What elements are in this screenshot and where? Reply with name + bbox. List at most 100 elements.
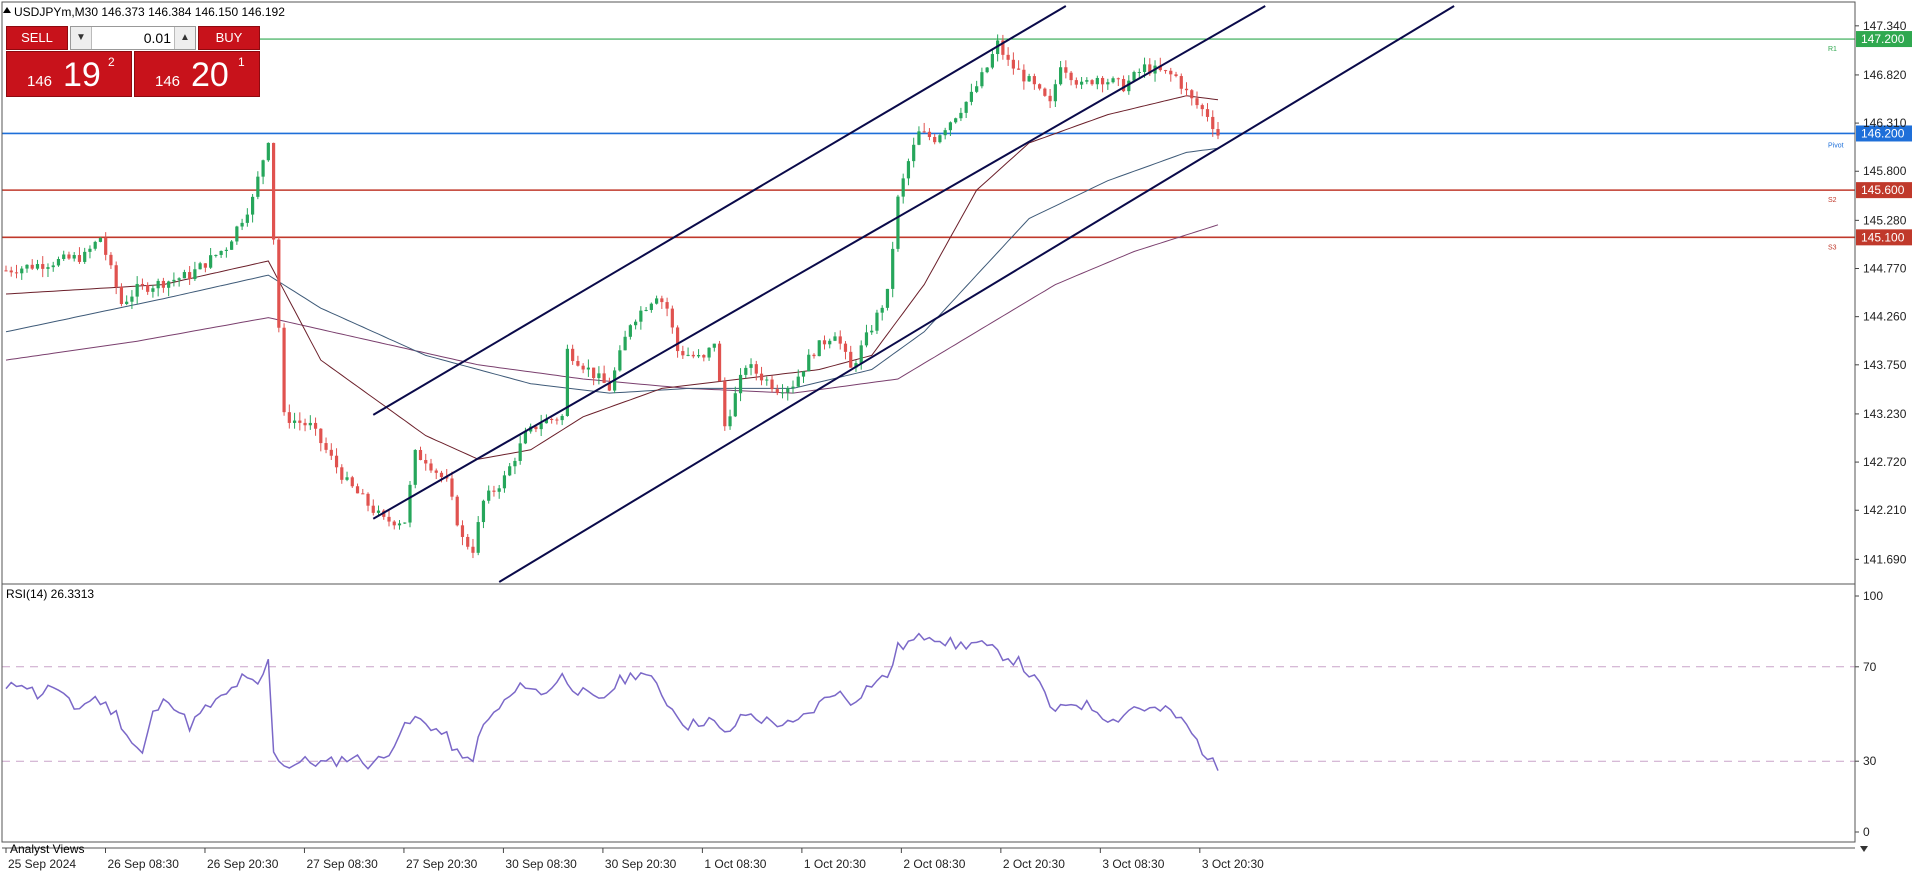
candle-body [948, 122, 953, 131]
candle-body [193, 269, 197, 280]
candle-body [135, 283, 139, 297]
candle-body [209, 255, 213, 268]
candle-body [849, 351, 853, 368]
candle-body [1074, 80, 1078, 85]
chart-background [0, 0, 1916, 874]
candle-body [1058, 67, 1063, 85]
candle-body [864, 332, 869, 346]
candle-body [660, 298, 664, 303]
candle-body [161, 280, 166, 288]
candle-body [1079, 81, 1084, 85]
candle-body [455, 496, 459, 526]
chevron-up-icon[interactable]: ▲ [174, 27, 195, 49]
candle-body [261, 160, 265, 177]
candle-body [224, 249, 228, 251]
candle-body [1174, 74, 1178, 77]
ask-price-box[interactable]: 146 20 1 [134, 51, 260, 97]
candle-body [151, 288, 155, 292]
y-tick-label: 144.260 [1863, 310, 1907, 324]
candle-body [1190, 90, 1194, 99]
candle-body [733, 393, 737, 417]
sell-button[interactable]: SELL [6, 26, 68, 50]
candle-body [1116, 78, 1120, 80]
candle-body [350, 477, 354, 487]
y-tick-label: 146.820 [1863, 68, 1907, 82]
chevron-down-icon[interactable]: ▼ [71, 27, 92, 49]
candle-body [780, 392, 785, 394]
candle-body [1017, 68, 1021, 70]
candle-body [859, 345, 863, 364]
candle-body [933, 136, 937, 143]
candle-body [439, 472, 444, 478]
candle-body [30, 264, 34, 269]
candle-body [282, 327, 286, 413]
candle-body [1121, 79, 1126, 92]
lot-size-input[interactable]: 0.01 [93, 27, 171, 49]
candle-body [408, 484, 412, 523]
candle-body [41, 264, 45, 269]
candle-body [749, 364, 753, 368]
candle-body [838, 336, 842, 344]
x-tick-label: 1 Oct 20:30 [804, 857, 866, 871]
candle-body [1069, 72, 1073, 81]
candle-body [602, 373, 606, 383]
candle-body [1184, 88, 1189, 91]
candle-body [308, 422, 312, 426]
candle-body [796, 376, 800, 387]
buy-button[interactable]: BUY [198, 26, 260, 50]
candle-body [807, 354, 811, 372]
candle-body [791, 386, 795, 389]
x-tick-label: 2 Oct 08:30 [903, 857, 965, 871]
candle-body [675, 327, 680, 352]
candle-body [277, 239, 281, 328]
candle-body [1200, 105, 1204, 110]
candle-body [801, 371, 806, 377]
candle-body [376, 510, 381, 513]
candle-body [891, 248, 895, 289]
candle-body [1085, 80, 1089, 82]
level-price-label: 147.200 [1861, 32, 1905, 46]
candle-body [429, 463, 433, 471]
candle-body [550, 419, 554, 421]
bid-price-box[interactable]: 146 19 2 [6, 51, 132, 97]
candle-body [313, 422, 318, 429]
candle-body [901, 178, 905, 197]
candle-body [98, 237, 103, 242]
candle-body [817, 340, 821, 357]
x-tick-label: 1 Oct 08:30 [704, 857, 766, 871]
candle-body [130, 296, 134, 302]
candle-body [571, 348, 575, 362]
candle-body [324, 443, 328, 450]
one-click-trading-panel: SELL ▼ 0.01 ▲ BUY 146 19 2 146 20 1 [6, 26, 260, 97]
candle-body [119, 286, 124, 305]
candle-body [62, 254, 66, 260]
y-tick-label: 145.800 [1863, 164, 1907, 178]
y-tick-label: 147.340 [1863, 19, 1907, 33]
candle-body [1048, 95, 1052, 102]
candle-body [366, 493, 370, 506]
candle-body [738, 374, 743, 394]
candle-body [1022, 69, 1026, 82]
candle-body [266, 142, 270, 161]
trade-panel-controls: SELL ▼ 0.01 ▲ BUY [6, 26, 260, 50]
candle-body [140, 283, 145, 286]
lot-size-stepper[interactable]: ▼ 0.01 ▲ [70, 26, 196, 50]
candle-body [109, 254, 113, 266]
candle-body [649, 303, 653, 310]
candle-body [702, 355, 706, 358]
candle-body [696, 355, 701, 357]
candle-body [303, 422, 307, 426]
candle-body [198, 263, 202, 270]
candle-body [434, 470, 438, 473]
candle-body [25, 264, 29, 269]
candle-body [83, 251, 87, 262]
candle-body [686, 354, 690, 356]
candle-body [471, 546, 475, 553]
candle-body [4, 270, 8, 272]
candle-body [240, 222, 244, 227]
candle-body [555, 419, 559, 421]
rsi-label: RSI(14) 26.3313 [6, 587, 94, 601]
candle-body [460, 525, 465, 537]
candle-body [775, 389, 779, 394]
level-price-label: 145.100 [1861, 230, 1905, 244]
